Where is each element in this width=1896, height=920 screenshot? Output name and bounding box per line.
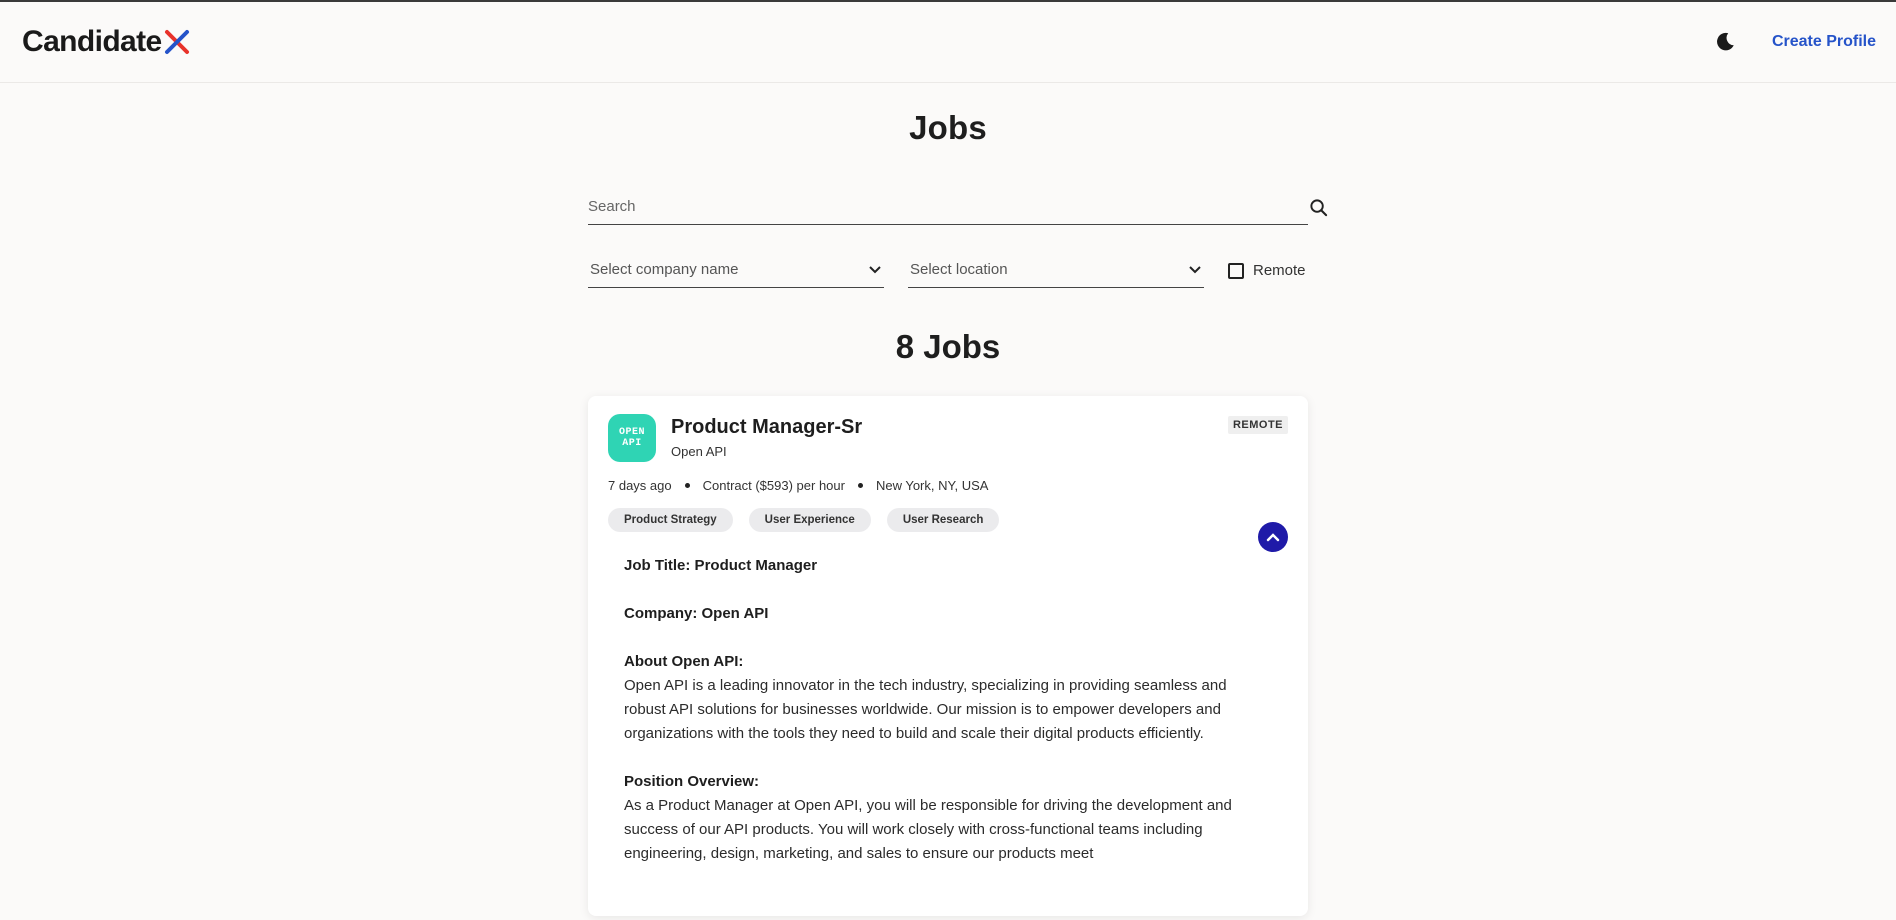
- job-description: Job Title: Product Manager Company: Open…: [608, 532, 1288, 866]
- skill-tags: Product Strategy User Experience User Re…: [608, 508, 1288, 532]
- job-card[interactable]: OPEN API Product Manager-Sr Open API REM…: [588, 396, 1308, 916]
- skill-tag[interactable]: Product Strategy: [608, 508, 733, 532]
- company-logo-line1: OPEN: [618, 427, 645, 438]
- company-select-placeholder: Select company name: [590, 261, 739, 278]
- job-card-header: OPEN API Product Manager-Sr Open API: [608, 414, 1288, 462]
- location-select[interactable]: Select location: [908, 253, 1204, 288]
- skill-tag[interactable]: User Experience: [748, 508, 871, 532]
- filters-row: Select company name Select location Remo…: [588, 253, 1308, 288]
- brand-logo-text: Candidate: [22, 25, 162, 58]
- company-logo-line2: API: [622, 438, 642, 449]
- search-input[interactable]: [588, 189, 1308, 225]
- remote-filter[interactable]: Remote: [1228, 262, 1306, 279]
- header-actions: Create Profile: [1714, 31, 1876, 53]
- skill-tag[interactable]: User Research: [886, 508, 1000, 532]
- moon-icon[interactable]: [1714, 31, 1736, 53]
- create-profile-link[interactable]: Create Profile: [1772, 33, 1876, 51]
- job-title-block: Product Manager-Sr Open API: [671, 416, 862, 459]
- desc-overview: Position Overview: As a Product Manager …: [624, 770, 1272, 866]
- job-meta: 7 days ago Contract ($593) per hour New …: [608, 478, 1288, 493]
- posted-time: 7 days ago: [608, 478, 672, 493]
- desc-about: About Open API: Open API is a leading in…: [624, 650, 1272, 746]
- company-select[interactable]: Select company name: [588, 253, 884, 288]
- location-select-placeholder: Select location: [910, 261, 1008, 278]
- job-location: New York, NY, USA: [875, 478, 989, 493]
- separator-dot: [684, 483, 690, 488]
- jobs-main: Jobs Select company name Select location…: [588, 109, 1328, 916]
- chevron-down-icon: [1189, 266, 1201, 274]
- desc-overview-text: As a Product Manager at Open API, you wi…: [624, 797, 1232, 862]
- separator-dot: [857, 483, 863, 488]
- search-icon[interactable]: [1309, 198, 1328, 217]
- job-title[interactable]: Product Manager-Sr: [671, 416, 862, 439]
- page-title: Jobs: [909, 109, 987, 146]
- desc-about-heading: About Open API:: [624, 653, 744, 670]
- collapse-button[interactable]: [1258, 522, 1288, 552]
- remote-checkbox[interactable]: [1228, 262, 1244, 279]
- desc-overview-heading: Position Overview:: [624, 773, 760, 790]
- results-count: 8 Jobs: [895, 328, 1001, 365]
- contract-rate: Contract ($593) per hour: [702, 478, 845, 493]
- chevron-up-icon: [1266, 532, 1280, 541]
- remote-label: Remote: [1253, 262, 1306, 279]
- desc-company: Company: Open API: [624, 605, 769, 622]
- company-logo: OPEN API: [608, 414, 656, 462]
- brand-logo[interactable]: Candidate: [22, 25, 191, 59]
- desc-about-text: Open API is a leading innovator in the t…: [624, 677, 1227, 742]
- company-name: Open API: [671, 444, 727, 459]
- search-bar: [588, 189, 1328, 225]
- logo-x-icon: [164, 30, 189, 54]
- app-header: Candidate Create Profile: [0, 2, 1896, 83]
- chevron-down-icon: [869, 266, 881, 274]
- remote-badge: REMOTE: [1227, 416, 1288, 434]
- desc-job-title: Job Title: Product Manager: [624, 557, 818, 574]
